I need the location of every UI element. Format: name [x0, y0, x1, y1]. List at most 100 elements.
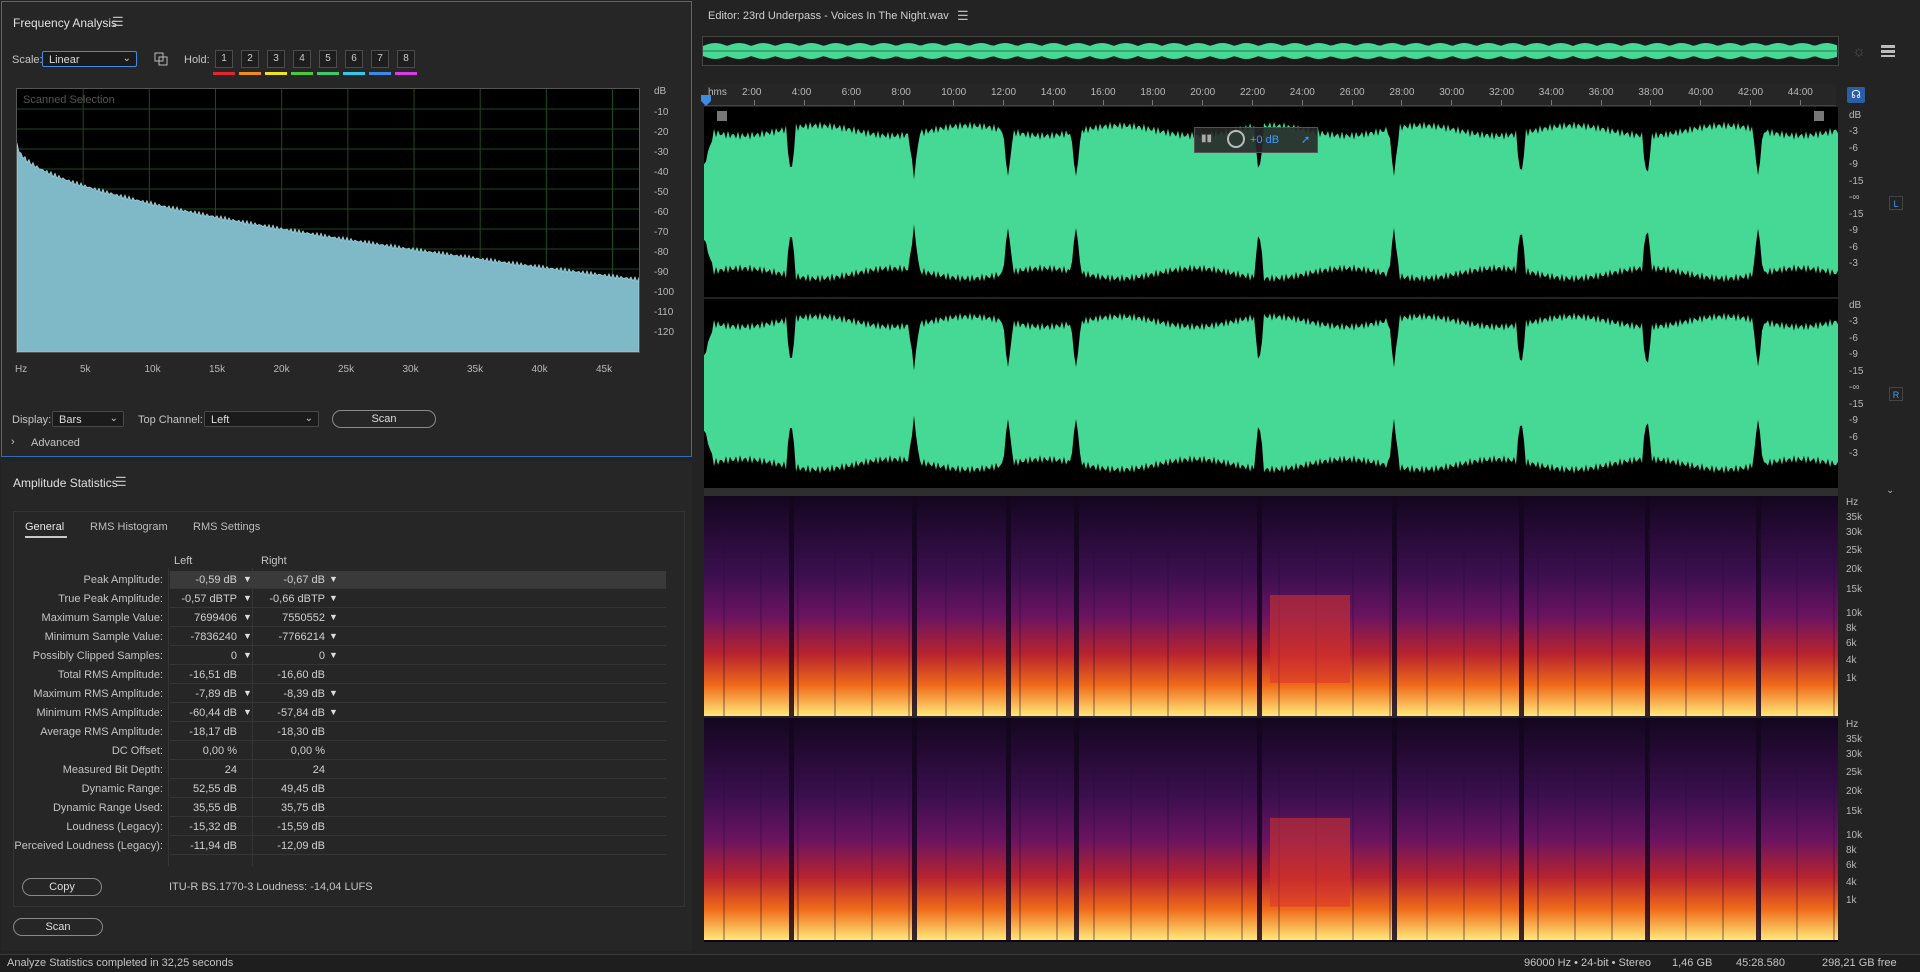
- hold-button-7[interactable]: 7: [371, 50, 389, 68]
- waveform-display[interactable]: [704, 107, 1838, 488]
- chevron-down-icon[interactable]: ⌄: [1886, 485, 1894, 496]
- go-to-marker-icon[interactable]: ▼: [243, 574, 252, 584]
- fade-out-handle[interactable]: [1814, 111, 1824, 121]
- waveform-overview[interactable]: [702, 36, 1839, 66]
- stat-left-value: 35,55 dB: [192, 802, 237, 814]
- go-to-marker-icon[interactable]: ▼: [243, 650, 252, 660]
- statistics-scan-button[interactable]: Scan: [13, 918, 103, 936]
- copy-graph-icon[interactable]: [154, 52, 168, 66]
- go-to-marker-icon[interactable]: ▼: [329, 593, 338, 603]
- stat-row: [170, 723, 666, 741]
- stat-label: Possibly Clipped Samples:: [32, 650, 163, 662]
- wave-db-tick: -∞: [1849, 382, 1860, 393]
- hold-button-1[interactable]: 1: [215, 50, 233, 68]
- time-tick-mark: [1301, 100, 1303, 105]
- stat-right-value: -15,59 dB: [277, 821, 325, 833]
- wave-db-tick: -3: [1849, 316, 1858, 327]
- db-tick-label: -80: [654, 247, 669, 258]
- spectral-hz-tick: 4k: [1846, 877, 1857, 888]
- tab-rms-settings[interactable]: RMS Settings: [193, 521, 260, 533]
- go-to-marker-icon[interactable]: ▼: [329, 688, 338, 698]
- hold-button-5[interactable]: 5: [319, 50, 337, 68]
- go-to-marker-icon[interactable]: ▼: [243, 593, 252, 603]
- time-tick-mark: [953, 100, 955, 105]
- status-message: Analyze Statistics completed in 32,25 se…: [7, 957, 234, 969]
- wave-db-tick: -6: [1849, 241, 1858, 253]
- db-tick-label: -20: [654, 127, 669, 138]
- fade-in-handle[interactable]: [717, 111, 727, 121]
- hz-tick-label: 35k: [467, 364, 484, 375]
- hold-button-3[interactable]: 3: [267, 50, 285, 68]
- go-to-marker-icon[interactable]: ▼: [329, 612, 338, 622]
- stat-row: [170, 799, 666, 817]
- stat-left-value: -7,89 dB: [195, 688, 237, 700]
- spectral-hz-tick: 1k: [1846, 895, 1857, 906]
- display-dropdown[interactable]: Bars ⌄: [52, 411, 124, 427]
- top-channel-label: Top Channel:: [138, 414, 203, 426]
- time-ruler[interactable]: hms 2:00 4:00 6:00 8:00 10:00 12:00 14:00 16:00…: [704, 84, 1836, 106]
- time-tick-mark: [1600, 100, 1602, 105]
- time-tick-label: 22:00: [1240, 87, 1266, 98]
- time-tick-label: 14:00: [1040, 87, 1066, 98]
- spectral-gap: [789, 496, 794, 716]
- top-channel-dropdown[interactable]: Left ⌄: [204, 411, 319, 427]
- display-value: Bars: [59, 414, 82, 426]
- hz-tick-label: 20k: [273, 364, 290, 375]
- hold-button-2[interactable]: 2: [241, 50, 259, 68]
- go-to-marker-icon[interactable]: ▼: [243, 631, 252, 641]
- time-tick-label: 32:00: [1489, 87, 1515, 98]
- go-to-marker-icon[interactable]: ▼: [243, 612, 252, 622]
- hz-tick-label: 25k: [338, 364, 355, 375]
- wave-db-tick: -9: [1849, 415, 1858, 426]
- advanced-toggle[interactable]: Advanced: [31, 437, 80, 449]
- go-to-marker-icon[interactable]: ▼: [329, 707, 338, 717]
- spectral-hz-tick: 20k: [1846, 786, 1863, 797]
- scale-label: Scale:: [12, 54, 43, 66]
- wave-db-tick: -6: [1849, 332, 1858, 344]
- stat-label: Dynamic Range Used:: [52, 802, 163, 814]
- spectral-hz-tick: 4k: [1846, 655, 1857, 666]
- go-to-marker-icon[interactable]: ▼: [329, 650, 338, 660]
- hold-button-6[interactable]: 6: [345, 50, 363, 68]
- hold-button-4[interactable]: 4: [293, 50, 311, 68]
- stat-row: [170, 780, 666, 798]
- frequency-panel-menu-icon[interactable]: ☰: [112, 14, 124, 30]
- hold-button-8[interactable]: 8: [397, 50, 415, 68]
- panel-view-icon[interactable]: [1880, 44, 1896, 58]
- channel-left-badge[interactable]: L: [1889, 196, 1903, 210]
- stat-right-value: -0,66 dBTP: [269, 593, 325, 605]
- spectral-display[interactable]: [704, 496, 1838, 942]
- volume-value[interactable]: +0 dB: [1250, 134, 1279, 146]
- time-tick-mark: [754, 100, 755, 105]
- amplitude-panel-menu-icon[interactable]: ☰: [115, 474, 127, 490]
- frequency-scan-button[interactable]: Scan: [332, 410, 436, 428]
- column-left-header: Left: [174, 555, 193, 567]
- wave-db-tick: -9: [1849, 159, 1858, 170]
- view-splitter[interactable]: [704, 488, 1838, 496]
- go-to-marker-icon[interactable]: ▼: [329, 631, 338, 641]
- scale-dropdown[interactable]: Linear ⌄: [42, 51, 137, 67]
- stat-left-value: -18,17 dB: [189, 726, 237, 738]
- zoom-icon[interactable]: ☼: [1852, 43, 1866, 60]
- channel-right-badge[interactable]: R: [1889, 387, 1903, 401]
- copy-button[interactable]: Copy: [22, 878, 102, 896]
- wave-db-tick: -∞: [1849, 192, 1860, 203]
- stat-row: [170, 742, 666, 760]
- tab-rms-histogram[interactable]: RMS Histogram: [90, 521, 168, 533]
- editor-menu-icon[interactable]: ☰: [957, 8, 969, 24]
- spectral-hz-tick: 10k: [1846, 608, 1863, 619]
- chevron-right-icon[interactable]: ›: [11, 436, 15, 448]
- go-to-marker-icon[interactable]: ▼: [329, 574, 338, 584]
- headphones-icon[interactable]: ☊: [1847, 87, 1865, 103]
- spectral-hz-tick: 8k: [1846, 623, 1857, 634]
- volume-knob-icon[interactable]: [1227, 130, 1245, 148]
- playhead-marker[interactable]: [701, 95, 711, 107]
- go-to-marker-icon[interactable]: ▼: [243, 707, 252, 717]
- go-to-marker-icon[interactable]: ▼: [243, 688, 252, 698]
- frequency-graph[interactable]: Scanned Selection: [16, 88, 640, 353]
- channel-waveform: [704, 312, 1838, 474]
- loudness-lufs-text: ITU-R BS.1770-3 Loudness: -14,04 LUFS: [169, 881, 373, 893]
- pin-icon[interactable]: ➚: [1301, 133, 1310, 146]
- volume-hud[interactable]: ▮▮ +0 dB ➚: [1194, 127, 1318, 153]
- tab-general[interactable]: General: [25, 521, 64, 533]
